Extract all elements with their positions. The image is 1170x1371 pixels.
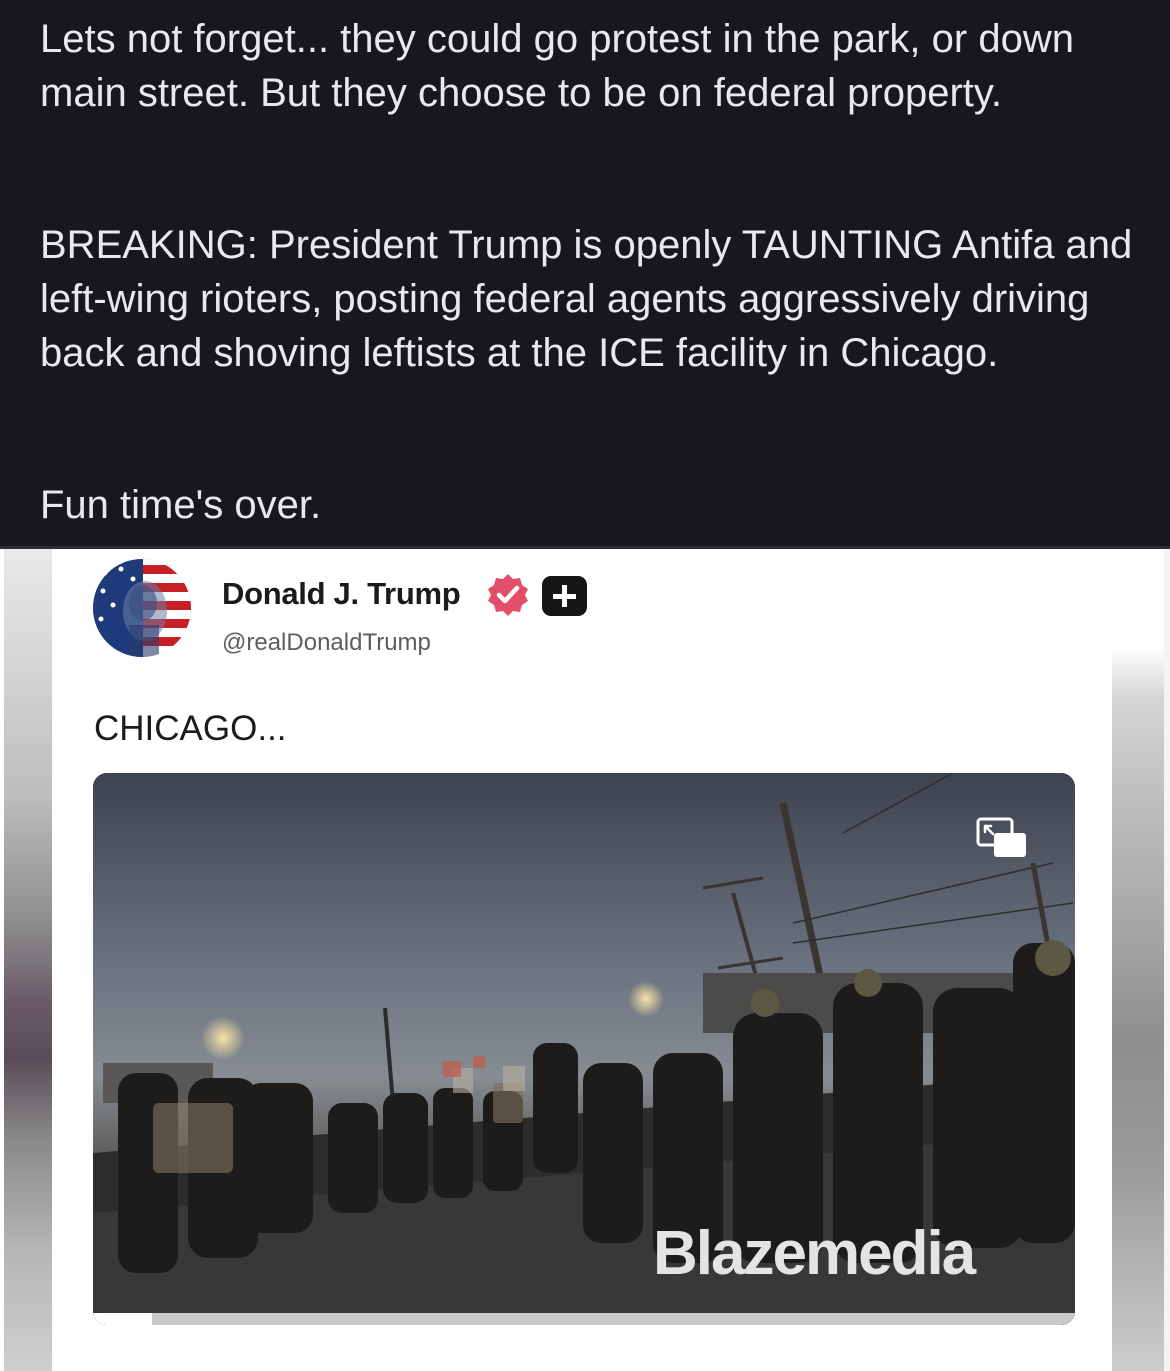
embedded-post-image[interactable]: Donald J. Trump @realDonaldTrump CHICAGO… bbox=[0, 549, 1170, 1371]
avatar[interactable] bbox=[93, 559, 191, 657]
watermark-blaze-text: Blaze bbox=[653, 1219, 807, 1288]
post-paragraph-2: BREAKING: President Trump is openly TAUN… bbox=[40, 223, 1133, 375]
video-progress-fill bbox=[93, 1313, 152, 1325]
embed-frame-left-edge bbox=[0, 549, 4, 1371]
plus-badge-icon bbox=[542, 576, 587, 616]
embed-frame-right bbox=[1112, 549, 1170, 1371]
post-paragraph-1: Lets not forget... they could go protest… bbox=[40, 17, 1074, 115]
video-player[interactable]: Blaze media bbox=[93, 773, 1075, 1325]
author-name[interactable]: Donald J. Trump bbox=[222, 576, 461, 612]
verified-badge-icon bbox=[488, 574, 528, 616]
embedded-post-text: CHICAGO... bbox=[94, 709, 287, 748]
embed-frame-right-edge bbox=[1164, 549, 1170, 1371]
blaze-media-watermark: Blaze media bbox=[653, 1219, 976, 1289]
post-body: Lets not forget... they could go protest… bbox=[0, 0, 1170, 548]
embed-frame-left bbox=[0, 549, 52, 1371]
watermark-media-text: media bbox=[804, 1219, 976, 1288]
post-paragraph-3: Fun time's over. bbox=[40, 483, 322, 527]
picture-in-picture-icon[interactable] bbox=[976, 817, 1028, 859]
avatar-flag-portrait-icon bbox=[93, 559, 191, 657]
video-progress-bar[interactable] bbox=[93, 1313, 1075, 1325]
author-handle[interactable]: @realDonaldTrump bbox=[222, 629, 431, 657]
